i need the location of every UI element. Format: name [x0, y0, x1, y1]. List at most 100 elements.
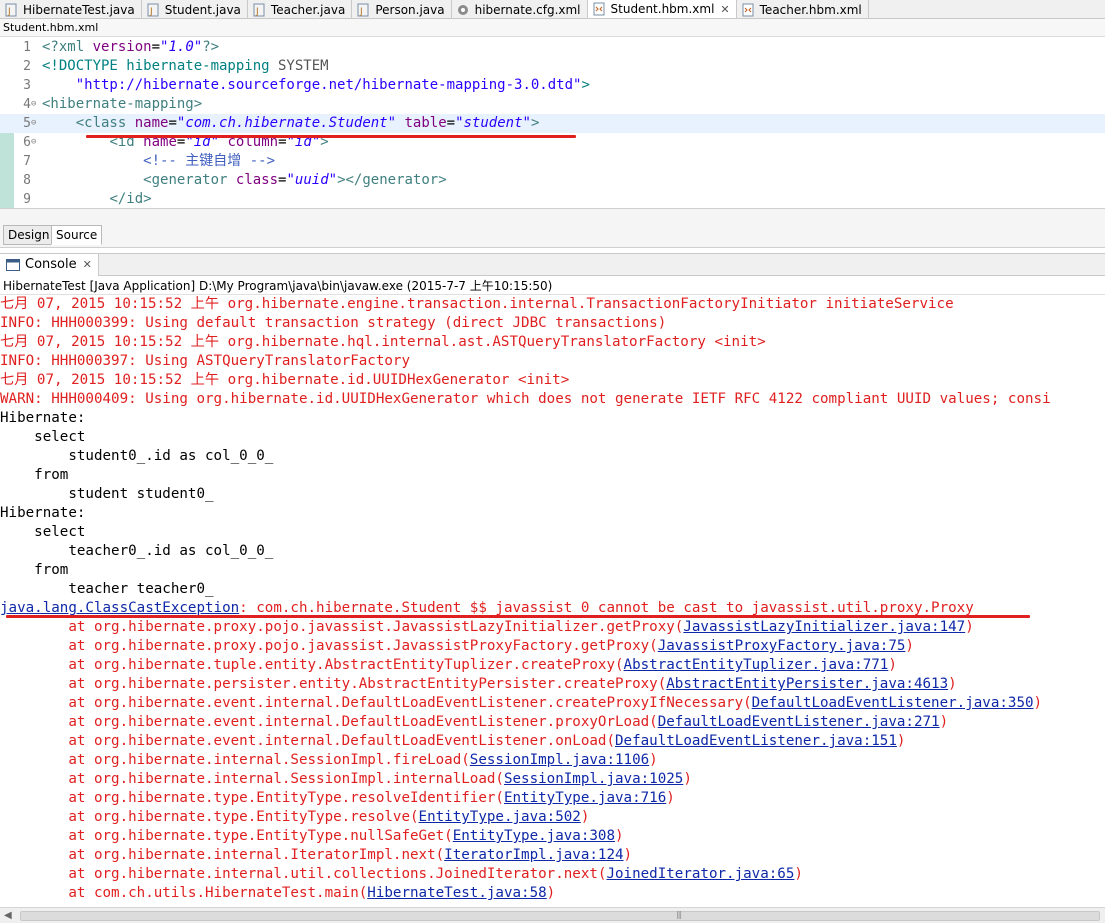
stack-frame: at org.hibernate.internal.SessionImpl.fi… [0, 752, 658, 768]
stack-frame: at org.hibernate.event.internal.DefaultL… [0, 695, 1043, 711]
console-line: INFO: HHH000399: Using default transacti… [0, 315, 667, 331]
editor-title: Student.hbm.xml [0, 19, 1105, 37]
console-line: INFO: HHH000397: Using ASTQueryTranslato… [0, 353, 410, 369]
console-view-bar: Console ✕ [0, 253, 1105, 276]
stack-frame-link[interactable]: HibernateTest.java:58 [367, 885, 546, 901]
tab-design[interactable]: Design [3, 225, 55, 245]
tab-label: Student.hbm.xml [610, 2, 715, 16]
code-line[interactable]: 5 ⊖ <class name="com.ch.hibernate.Student… [0, 114, 1105, 133]
code-line[interactable]: 8 <generator class="uuid"></generator> [0, 171, 1105, 190]
tab-label: Teacher.hbm.xml [759, 2, 862, 17]
exception-class-link[interactable]: java.lang.ClassCastException [0, 600, 239, 616]
editor-tab-student-hbm[interactable]: Student.hbm.xml ✕ [587, 0, 737, 18]
stack-frame-link[interactable]: EntityType.java:502 [419, 809, 581, 825]
stack-frame: at org.hibernate.proxy.pojo.javassist.Ja… [0, 638, 914, 654]
scrollbar-thumb[interactable] [20, 911, 1100, 921]
java-file-icon: J [146, 3, 160, 17]
line-number: 5 [23, 116, 31, 131]
horizontal-scrollbar[interactable]: ◀ ||| [0, 907, 1105, 923]
console-line: teacher0_.id as col_0_0_ [0, 543, 282, 559]
code-line[interactable]: 4 ⊖ <hibernate-mapping> [0, 95, 1105, 114]
code-line-text: <!DOCTYPE hibernate-mapping SYSTEM [42, 58, 329, 74]
stack-frame-link[interactable]: EntityType.java:308 [453, 828, 615, 844]
console-line: teacher teacher0_ [0, 581, 214, 597]
console-line: select [0, 524, 86, 540]
line-number: 7 [23, 154, 31, 169]
console-output[interactable]: 七月 07, 2015 10:15:52 上午 org.hibernate.en… [0, 295, 1105, 907]
console-line: java.lang.ClassCastException: com.ch.hib… [0, 599, 1105, 618]
code-line[interactable]: 1 <?xml version="1.0"?> [0, 38, 1105, 57]
scrollbar-grip-icon: ||| [676, 910, 682, 919]
stack-frame-link[interactable]: DefaultLoadEventListener.java:350 [752, 695, 1034, 711]
line-number: 6 [23, 135, 31, 150]
editor-tab-teacher-hbm[interactable]: Teacher.hbm.xml [737, 0, 869, 18]
stack-frame-link[interactable]: AbstractEntityTuplizer.java:771 [624, 657, 889, 673]
code-line-text: <generator class="uuid"></generator> [143, 172, 447, 188]
stack-frame: at com.ch.utils.HibernateTest.main(Hiber… [0, 885, 556, 901]
editor-tab-hibernatetest[interactable]: J HibernateTest.java [0, 0, 142, 18]
line-number: 3 [23, 78, 31, 93]
stack-frame-link[interactable]: JavassistProxyFactory.java:75 [658, 638, 906, 654]
svg-text:J: J [255, 7, 259, 17]
scroll-left-icon[interactable]: ◀ [4, 910, 12, 921]
code-area[interactable]: 1 <?xml version="1.0"?> 2 <!DOCTYPE hiberna… [0, 38, 1105, 208]
tab-label: Person.java [375, 2, 445, 17]
stack-frame: at org.hibernate.tuple.entity.AbstractEn… [0, 657, 897, 673]
stack-frame-link[interactable]: SessionImpl.java:1106 [470, 752, 649, 768]
console-line: 七月 07, 2015 10:15:52 上午 org.hibernate.en… [0, 296, 954, 312]
line-number: 1 [23, 40, 31, 55]
stack-frame: at org.hibernate.event.internal.DefaultL… [0, 733, 906, 749]
stack-frame: at org.hibernate.type.EntityType.nullSaf… [0, 828, 624, 844]
editor-tab-person-java[interactable]: J Person.java [352, 0, 452, 18]
tab-label: HibernateTest.java [23, 2, 135, 17]
stack-frame-link[interactable]: DefaultLoadEventListener.java:271 [658, 714, 940, 730]
code-line-text: <!-- 主键自增 --> [42, 153, 276, 169]
close-icon[interactable]: ✕ [720, 3, 729, 16]
code-line[interactable]: 2 <!DOCTYPE hibernate-mapping SYSTEM [0, 57, 1105, 76]
line-number: 9 [23, 192, 31, 207]
console-line: Hibernate: [0, 505, 94, 521]
fold-toggle-icon[interactable]: ⊖ [31, 133, 41, 152]
console-line: student student0_ [0, 486, 214, 502]
tab-console[interactable]: Console ✕ [0, 253, 99, 276]
annotation-underline-exception [6, 615, 1030, 618]
console-line: Hibernate: [0, 410, 94, 426]
console-line: student0_.id as col_0_0_ [0, 448, 282, 464]
stack-frame: at org.hibernate.type.EntityType.resolve… [0, 790, 675, 806]
tab-label: Student.java [164, 2, 241, 17]
console-line: from [0, 467, 69, 483]
xml-source-editor[interactable]: 1 <?xml version="1.0"?> 2 <!DOCTYPE hiberna… [0, 38, 1105, 209]
code-line-text: <hibernate-mapping> [42, 96, 203, 112]
java-file-icon: J [252, 3, 266, 17]
stack-frame-link[interactable]: EntityType.java:716 [504, 790, 666, 806]
stack-frame: at org.hibernate.type.EntityType.resolve… [0, 809, 590, 825]
stack-frame-link[interactable]: IteratorImpl.java:124 [444, 847, 623, 863]
tab-source[interactable]: Source [51, 225, 103, 245]
stack-frame-link[interactable]: JoinedIterator.java:65 [606, 866, 794, 882]
editor-tab-hibernate-cfg[interactable]: hibernate.cfg.xml [452, 0, 588, 18]
code-line-text: "http://hibernate.sourceforge.net/hibern… [75, 77, 590, 93]
stack-frame-link[interactable]: DefaultLoadEventListener.java:151 [615, 733, 897, 749]
line-number: 4 [23, 97, 31, 112]
close-icon[interactable]: ✕ [83, 258, 92, 271]
console-line: select [0, 429, 86, 445]
fold-toggle-icon[interactable]: ⊖ [31, 114, 41, 133]
annotation-underline-class [86, 135, 576, 138]
stack-frame: at org.hibernate.proxy.pojo.javassist.Ja… [0, 619, 974, 635]
code-line[interactable]: 3 "http://hibernate.sourceforge.net/hibe… [0, 76, 1105, 95]
code-line-text: <?xml version="1.0"?> [42, 39, 220, 55]
editor-tab-student-java[interactable]: J Student.java [142, 0, 248, 18]
java-file-icon: J [4, 3, 18, 17]
stack-frame: at org.hibernate.internal.util.collectio… [0, 866, 803, 882]
editor-tab-teacher-java[interactable]: J Teacher.java [248, 0, 353, 18]
java-file-icon: J [356, 3, 370, 17]
stack-frame-link[interactable]: AbstractEntityPersister.java:4613 [666, 676, 948, 692]
code-line[interactable]: 7 <!-- 主键自增 --> [0, 152, 1105, 171]
hibernate-config-icon [456, 3, 470, 17]
stack-frame-link[interactable]: JavassistLazyInitializer.java:147 [683, 619, 965, 635]
code-line[interactable]: 9 </id> [0, 190, 1105, 208]
fold-toggle-icon[interactable]: ⊖ [31, 95, 41, 114]
stack-frame-link[interactable]: SessionImpl.java:1025 [504, 771, 683, 787]
xml-file-icon [592, 2, 606, 16]
console-icon [6, 258, 20, 271]
